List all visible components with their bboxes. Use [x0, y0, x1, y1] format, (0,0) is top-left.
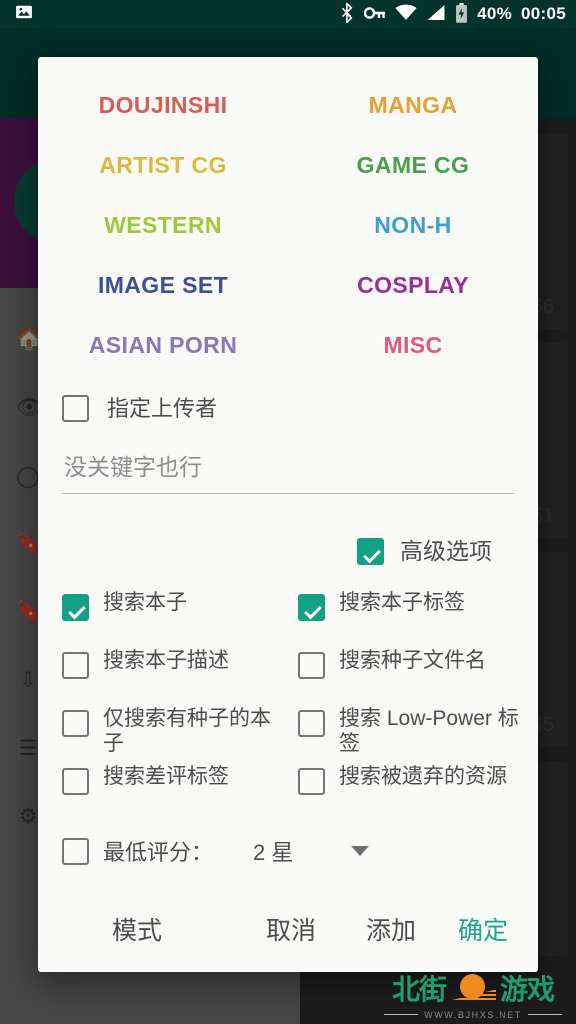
option-checkbox[interactable] — [298, 710, 325, 738]
option-only-with-torrents[interactable]: 仅搜索有种子的本子 — [62, 707, 298, 765]
option-label: 搜索差评标签 — [103, 765, 229, 789]
uploader-row[interactable]: 指定上传者 — [38, 381, 538, 428]
search-dialog: DOUJINSHI MANGA ARTIST CG GAME CG WESTER… — [38, 57, 538, 972]
option-search-low-power-tags[interactable]: 搜索 Low-Power 标签 — [298, 707, 534, 765]
image-icon — [14, 2, 34, 26]
mode-button[interactable]: 模式 — [108, 905, 166, 953]
minimum-rating-checkbox[interactable] — [62, 837, 89, 865]
option-checkbox[interactable] — [62, 652, 89, 680]
category-misc[interactable]: MISC — [288, 315, 538, 375]
category-artist-cg[interactable]: ARTIST CG — [38, 135, 288, 195]
category-cosplay[interactable]: COSPLAY — [288, 255, 538, 315]
category-western[interactable]: WESTERN — [38, 195, 288, 255]
category-grid[interactable]: DOUJINSHI MANGA ARTIST CG GAME CG WESTER… — [38, 57, 538, 381]
minimum-rating-value: 2 星 — [253, 840, 294, 866]
option-checkbox[interactable] — [298, 652, 325, 680]
cancel-button[interactable]: 取消 — [262, 905, 320, 953]
bluetooth-icon — [340, 1, 355, 26]
minimum-rating-label: 最低评分： — [103, 840, 214, 866]
category-non-h[interactable]: NON-H — [288, 195, 538, 255]
advanced-options-label: 高级选项 — [400, 538, 492, 564]
option-label: 仅搜索有种子的本子 — [103, 707, 271, 755]
option-checkbox[interactable] — [298, 768, 325, 796]
status-bar: 40% 00:05 — [0, 0, 576, 28]
search-input[interactable] — [62, 448, 514, 494]
minimum-rating-select[interactable]: 2 星 — [253, 835, 370, 867]
add-button[interactable]: 添加 — [362, 905, 420, 953]
keyword-field-wrap — [38, 428, 538, 494]
option-label: 搜索本子标签 — [339, 591, 465, 615]
option-checkbox[interactable] — [62, 594, 89, 622]
signal-icon — [426, 4, 446, 24]
option-label: 搜索种子文件名 — [339, 649, 486, 673]
confirm-button[interactable]: 确定 — [454, 905, 512, 953]
option-label: 搜索被遗弃的资源 — [339, 765, 507, 789]
option-checkbox[interactable] — [62, 768, 89, 796]
advanced-options-grid[interactable]: 搜索本子 搜索本子标签 搜索本子描述 搜索种子文件名 仅搜索有种子的本子 搜索 … — [38, 565, 538, 823]
battery-charging-icon — [455, 2, 468, 26]
option-label: 搜索本子描述 — [103, 649, 229, 673]
category-image-set[interactable]: IMAGE SET — [38, 255, 288, 315]
option-search-gallery-description[interactable]: 搜索本子描述 — [62, 649, 298, 707]
option-search-torrent-filename[interactable]: 搜索种子文件名 — [298, 649, 534, 707]
option-search-gallery-tags[interactable]: 搜索本子标签 — [298, 591, 534, 649]
advanced-options-checkbox[interactable] — [357, 538, 384, 566]
minimum-rating-row[interactable]: 最低评分： 2 星 — [38, 823, 538, 867]
dialog-actions[interactable]: 模式 取消 添加 确定 — [38, 886, 538, 972]
category-manga[interactable]: MANGA — [288, 75, 538, 135]
clock: 00:05 — [521, 4, 566, 23]
uploader-label: 指定上传者 — [107, 395, 218, 421]
dialog-body[interactable]: DOUJINSHI MANGA ARTIST CG GAME CG WESTER… — [38, 57, 538, 886]
category-game-cg[interactable]: GAME CG — [288, 135, 538, 195]
chevron-down-icon — [351, 846, 370, 857]
option-search-downvoted-tags[interactable]: 搜索差评标签 — [62, 765, 298, 823]
category-doujinshi[interactable]: DOUJINSHI — [38, 75, 288, 135]
vpn-key-icon — [363, 5, 386, 24]
advanced-options-toggle-row[interactable]: 高级选项 — [38, 494, 538, 566]
wifi-icon — [395, 4, 417, 24]
option-label: 搜索 Low-Power 标签 — [339, 707, 519, 755]
option-search-gallery-name[interactable]: 搜索本子 — [62, 591, 298, 649]
uploader-checkbox[interactable] — [62, 395, 89, 422]
option-checkbox[interactable] — [62, 710, 89, 738]
battery-percent: 40% — [477, 4, 513, 23]
option-label: 搜索本子 — [103, 591, 187, 615]
option-show-expunged[interactable]: 搜索被遗弃的资源 — [298, 765, 534, 823]
category-asian-porn[interactable]: ASIAN PORN — [38, 315, 288, 375]
option-checkbox[interactable] — [298, 594, 325, 622]
